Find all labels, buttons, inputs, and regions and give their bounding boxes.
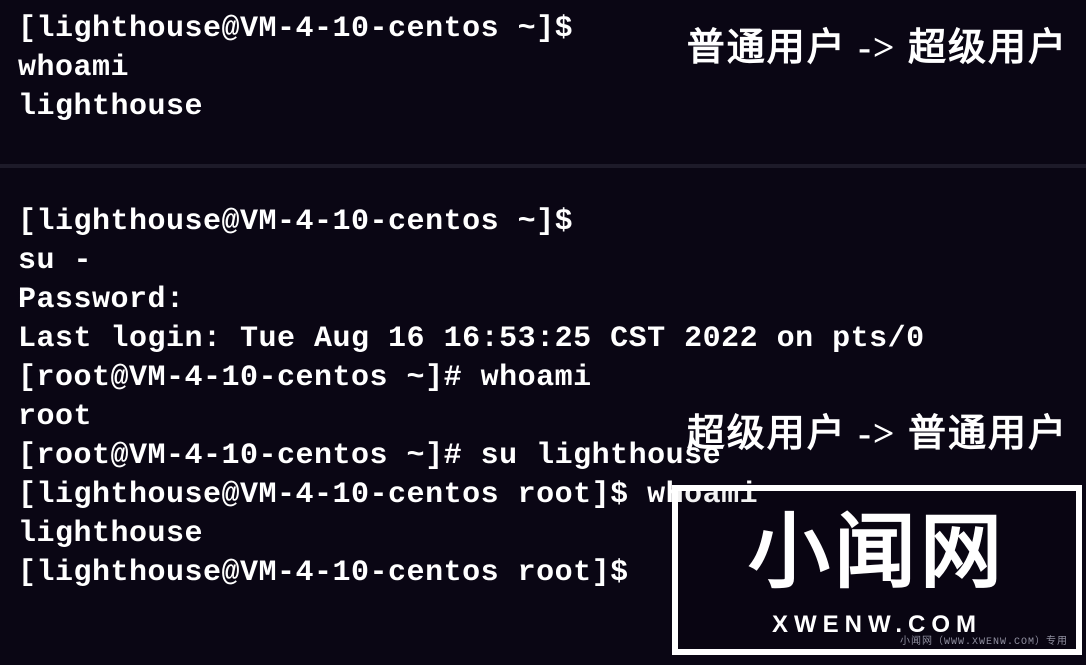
annotation-normal-to-super: 普通用户 -> 超级用户 [687, 24, 1068, 73]
terminal-output: lighthouse [18, 88, 1068, 127]
terminal-output: su - [18, 242, 1068, 281]
terminal-output: Password: [18, 281, 1068, 320]
section-divider [0, 164, 1086, 168]
watermark-box: 小闻网 XWENW.COM 小闻网（WWW.XWENW.COM）专用 [672, 485, 1082, 655]
terminal-output: Last login: Tue Aug 16 16:53:25 CST 2022… [18, 320, 1068, 359]
watermark-logo-text: 小闻网 [748, 500, 1006, 607]
watermark-note: 小闻网（WWW.XWENW.COM）专用 [900, 636, 1068, 649]
prompt-line[interactable]: [root@VM-4-10-centos ~]# whoami [18, 359, 1068, 398]
prompt-line[interactable]: [lighthouse@VM-4-10-centos ~]$ [18, 203, 1068, 242]
annotation-super-to-normal: 超级用户 -> 普通用户 [687, 410, 1068, 459]
